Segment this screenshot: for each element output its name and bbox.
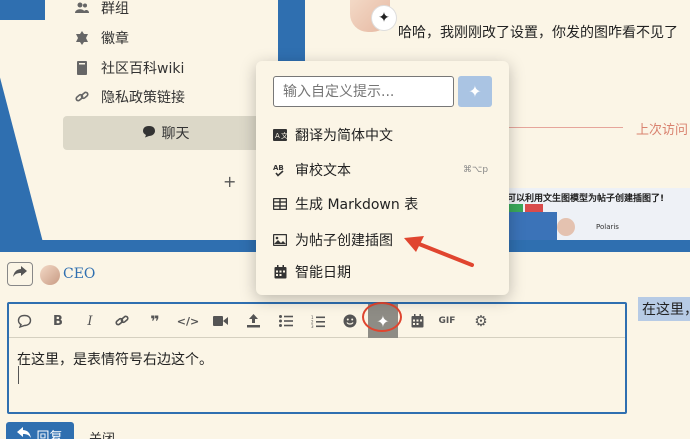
menu-item-smart-date[interactable]: 智能日期 xyxy=(273,260,351,284)
numbered-list-icon[interactable]: 123 xyxy=(307,310,329,332)
book-icon xyxy=(75,61,89,75)
gear-icon[interactable]: ⚙ xyxy=(470,310,492,332)
sidebar-item-groups[interactable]: 群组 xyxy=(75,0,129,19)
translate-icon: A文 xyxy=(273,128,287,142)
menu-item-proofread[interactable]: AB 审校文本 ⌘⌥p xyxy=(273,158,488,182)
link-icon[interactable] xyxy=(111,310,133,332)
quote-bubble-icon[interactable] xyxy=(13,310,35,332)
menu-item-label: 为帖子创建插图 xyxy=(295,233,393,249)
image-icon xyxy=(273,233,287,247)
badge-icon xyxy=(75,31,89,45)
embedded-image[interactable]: 可以利用文生图模型为帖子创建插图了! Polaris xyxy=(505,188,690,242)
sparkle-icon: ✦ xyxy=(468,82,482,101)
sidebar: 群组 徽章 社区百科wiki 隐私政策链接 聊天 + xyxy=(45,0,278,240)
close-button[interactable]: 关闭 xyxy=(89,428,115,439)
users-icon xyxy=(75,1,89,15)
upload-icon[interactable] xyxy=(242,310,264,332)
spellcheck-icon: AB xyxy=(273,163,287,177)
background-band-middle xyxy=(278,0,305,62)
link-icon xyxy=(75,90,89,104)
avatar xyxy=(557,218,575,236)
svg-text:A: A xyxy=(275,132,280,140)
menu-item-translate[interactable]: A文 翻译为简体中文 xyxy=(273,123,393,147)
chat-button[interactable]: 聊天 xyxy=(63,116,268,150)
svg-text:3: 3 xyxy=(311,324,314,328)
svg-text:文: 文 xyxy=(281,131,287,140)
emoji-icon[interactable] xyxy=(339,310,361,332)
bullet-list-icon[interactable] xyxy=(275,310,297,332)
last-visit-divider xyxy=(508,127,623,128)
menu-item-label: 翻译为简体中文 xyxy=(295,128,393,144)
chat-button-label: 聊天 xyxy=(161,126,190,142)
code-icon[interactable]: </> xyxy=(177,310,199,332)
sidebar-item-privacy[interactable]: 隐私政策链接 xyxy=(75,86,185,108)
reply-button-label: 回复 xyxy=(36,429,63,439)
menu-item-label: 智能日期 xyxy=(295,265,351,281)
menu-item-shortcut: ⌘⌥p xyxy=(463,165,489,175)
menu-item-label: 审校文本 xyxy=(295,163,351,179)
table-icon xyxy=(273,197,287,211)
blockquote-icon[interactable]: ❞ xyxy=(144,310,166,332)
sidebar-item-label: 徽章 xyxy=(101,31,129,47)
embedded-image-bar xyxy=(505,212,557,242)
sparkle-icon: ✦ xyxy=(372,6,396,30)
preview-text: 在这里， xyxy=(638,297,690,321)
last-visit-label: 上次访问 xyxy=(636,123,689,138)
sidebar-item-wiki[interactable]: 社区百科wiki xyxy=(75,57,184,79)
sidebar-item-badges[interactable]: 徽章 xyxy=(75,27,129,49)
calendar-icon[interactable] xyxy=(406,310,428,332)
annotation-circle xyxy=(362,302,402,332)
reply-button[interactable]: 回复 xyxy=(6,422,74,439)
text-caret xyxy=(18,366,19,384)
sidebar-item-label: 社区百科wiki xyxy=(101,61,185,77)
menu-item-label: 生成 Markdown 表 xyxy=(295,197,419,213)
reply-type-button[interactable] xyxy=(7,262,33,286)
italic-icon[interactable]: I xyxy=(79,310,101,332)
menu-item-markdown-table[interactable]: 生成 Markdown 表 xyxy=(273,192,418,216)
reply-arrow-icon xyxy=(17,427,32,439)
custom-prompt-input[interactable] xyxy=(273,76,454,107)
sidebar-item-label: 群组 xyxy=(101,1,129,17)
share-arrow-icon xyxy=(13,266,27,282)
sidebar-item-label: 隐私政策链接 xyxy=(101,90,185,106)
chat-message: 哈哈，我刚刚改了设置，你发的图咋看不见了 xyxy=(398,25,678,41)
gif-button[interactable]: GIF xyxy=(436,310,458,332)
embedded-image-title: 可以利用文生图模型为帖子创建插图了! xyxy=(507,194,665,204)
avatar xyxy=(40,265,60,285)
tag-red xyxy=(525,204,543,212)
add-button[interactable]: + xyxy=(223,172,236,191)
chat-bubble-icon xyxy=(142,125,156,142)
video-icon[interactable] xyxy=(209,310,231,332)
calendar-icon xyxy=(273,265,287,279)
bold-icon[interactable]: B xyxy=(47,310,69,332)
embedded-image-user: Polaris xyxy=(596,223,619,231)
composer-editor: B I ❞ </> 123 ✦ GIF ⚙ 在这里，是表情符号右边这个。 xyxy=(7,302,627,414)
menu-item-create-illustration[interactable]: 为帖子创建插图 xyxy=(273,228,393,252)
annotation-arrow xyxy=(404,236,474,267)
sparkle-submit-button[interactable]: ✦ xyxy=(458,76,492,107)
reply-to-user[interactable]: CEO xyxy=(63,266,95,282)
editor-text[interactable]: 在这里，是表情符号右边这个。 xyxy=(17,349,213,369)
composer-toolbar: B I ❞ </> 123 ✦ GIF ⚙ xyxy=(9,304,625,338)
